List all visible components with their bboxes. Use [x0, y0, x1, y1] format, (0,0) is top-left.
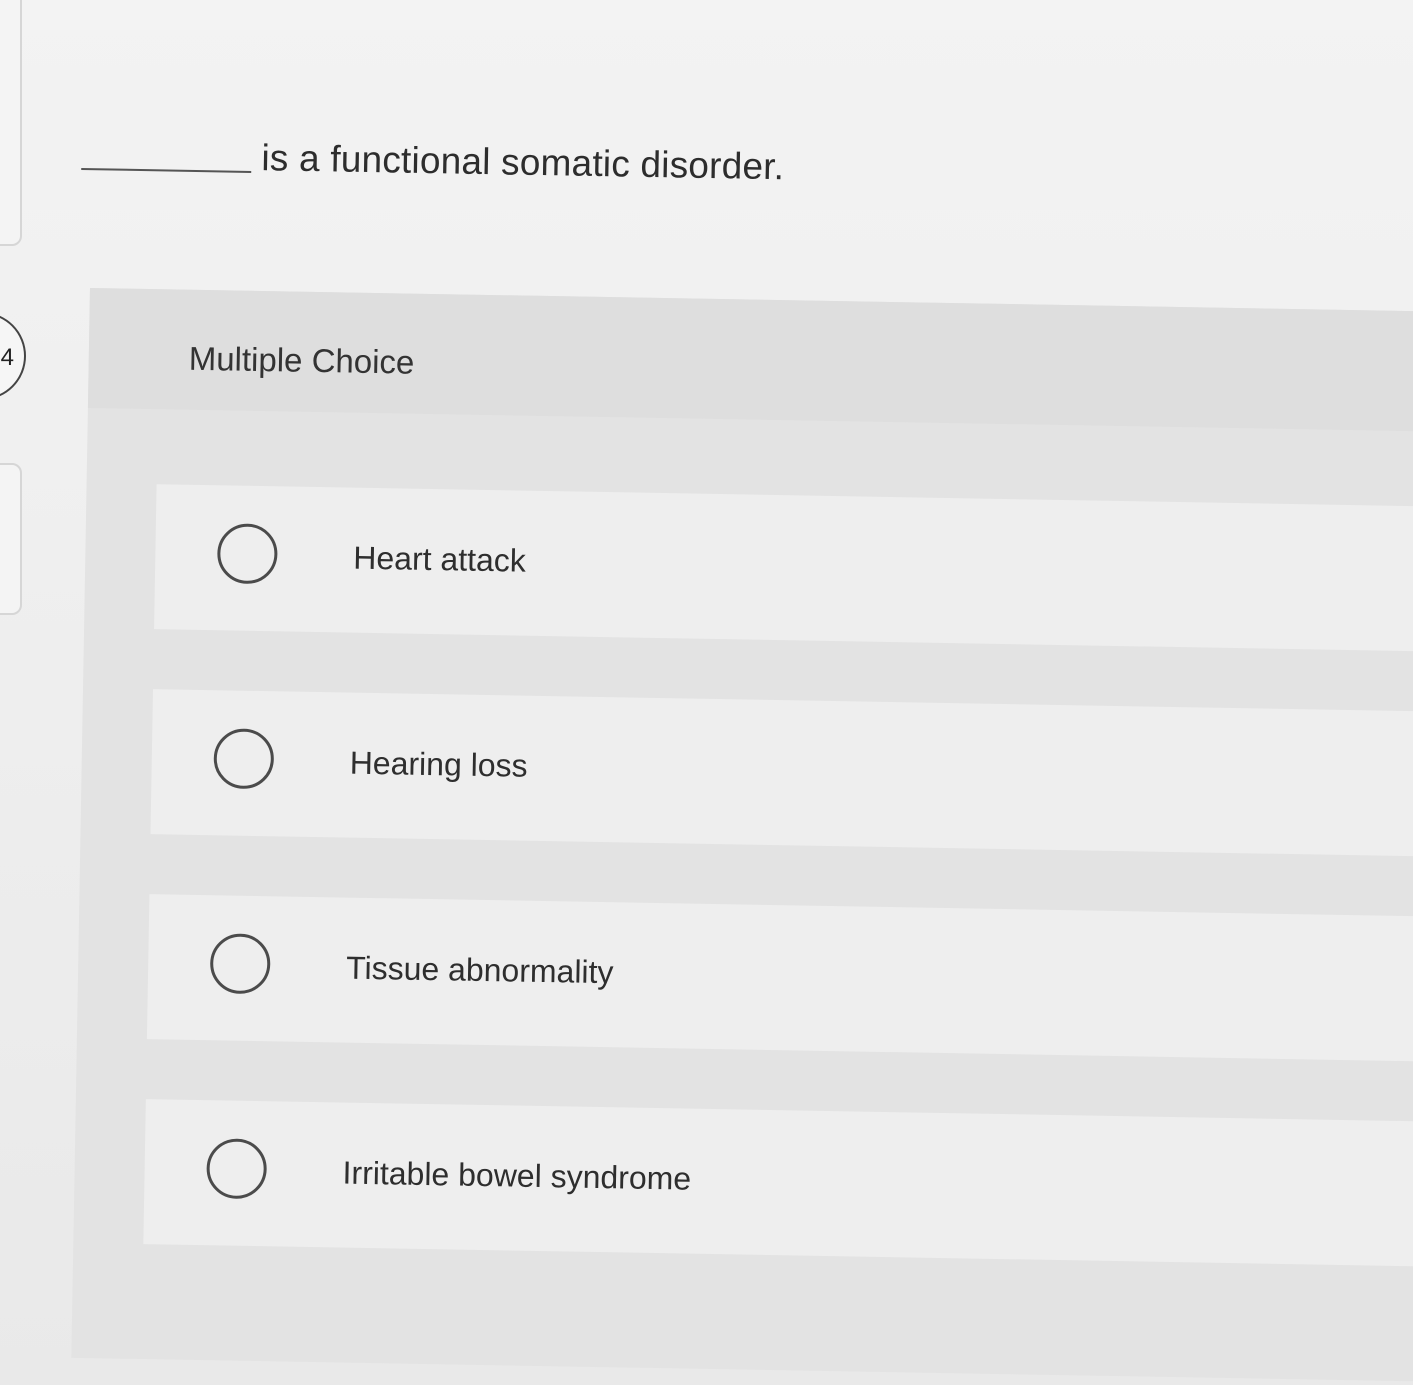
answer-option[interactable]: Irritable bowel syndrome: [143, 1099, 1413, 1269]
panel-header: Multiple Choice: [87, 288, 1413, 435]
left-rail-card: [0, 463, 22, 615]
answer-option[interactable]: Heart attack: [154, 484, 1413, 654]
option-label: Irritable bowel syndrome: [342, 1154, 692, 1197]
answer-blank: [81, 167, 252, 173]
option-label: Heart attack: [353, 539, 527, 579]
radio-button[interactable]: [216, 523, 278, 585]
radio-button[interactable]: [206, 1138, 268, 1200]
radio-button[interactable]: [213, 728, 275, 790]
option-label: Hearing loss: [349, 744, 528, 784]
answer-options: Heart attack Hearing loss Tissue abnorma…: [142, 484, 1413, 1328]
option-label: Tissue abnormality: [345, 949, 614, 991]
question-text: is a functional somatic disorder.: [261, 137, 785, 188]
question-number: 4: [0, 344, 14, 371]
panel-title: Multiple Choice: [188, 339, 415, 381]
question-prompt: is a functional somatic disorder.: [81, 125, 882, 199]
multiple-choice-panel: Multiple Choice Heart attack Hearing los…: [71, 288, 1413, 1385]
screen-photo: 4 is a functional somatic disorder. Mult…: [0, 0, 1413, 1385]
answer-option[interactable]: Tissue abnormality: [146, 894, 1413, 1064]
left-rail-card: [0, 0, 22, 246]
radio-button[interactable]: [209, 933, 271, 995]
question-number-badge[interactable]: 4: [0, 312, 26, 400]
answer-option[interactable]: Hearing loss: [150, 689, 1413, 859]
